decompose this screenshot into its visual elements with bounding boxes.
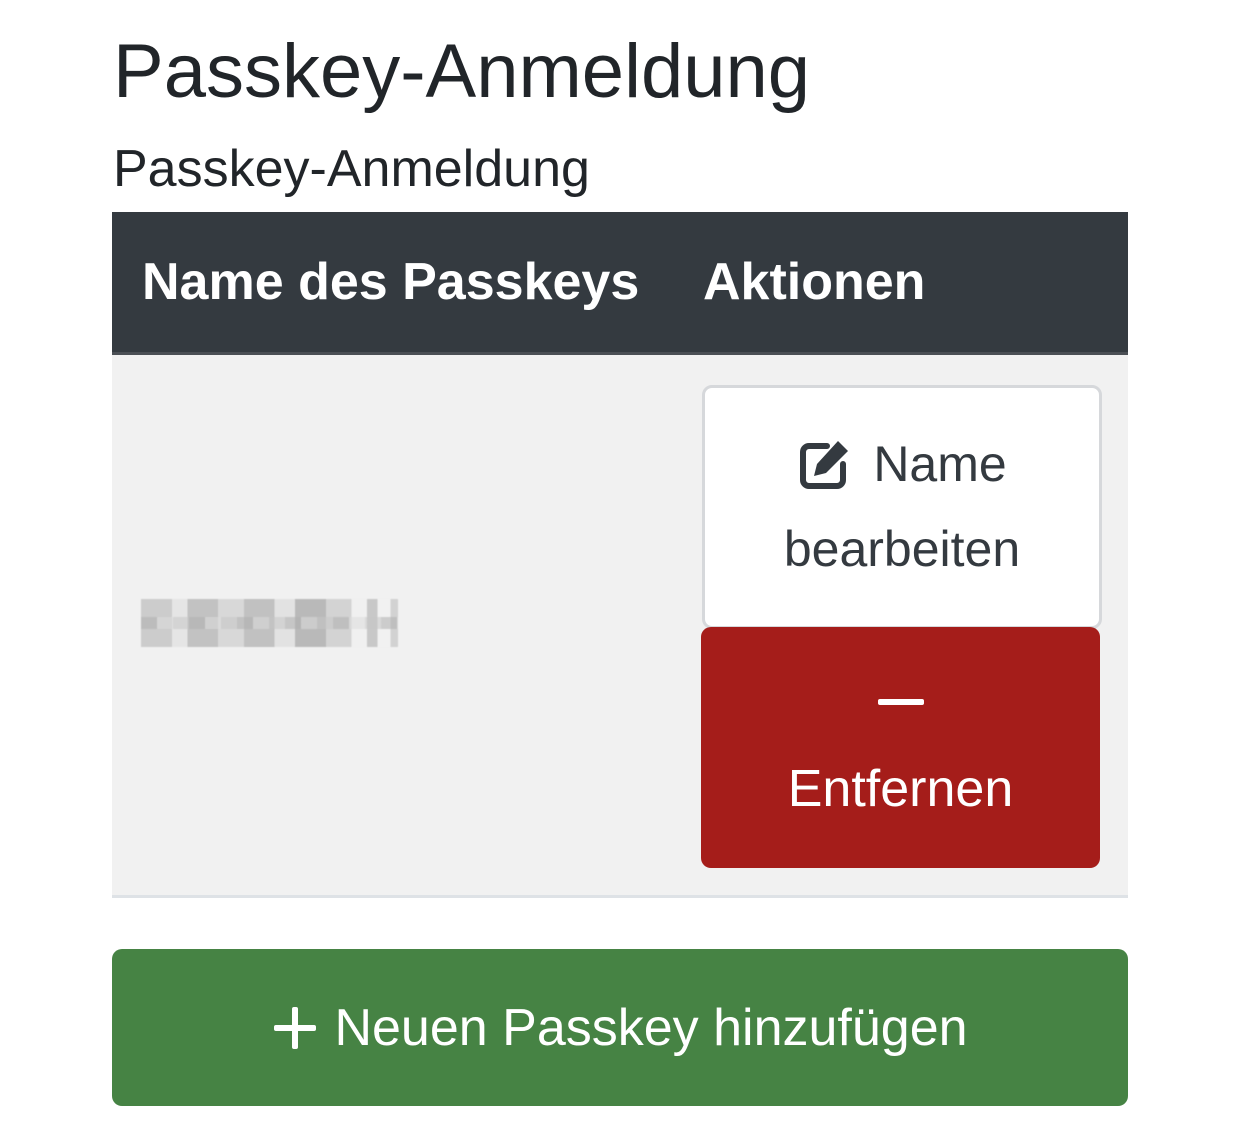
table-row: Name bearbeiten Entfernen — [112, 355, 1128, 898]
add-passkey-button[interactable]: Neuen Passkey hinzufügen — [112, 949, 1128, 1106]
column-header-name: Name des Passkeys — [142, 253, 640, 311]
rename-button-line1: Name — [705, 434, 1099, 494]
rename-passkey-button[interactable]: Name bearbeiten — [702, 385, 1102, 629]
passkey-name-redacted — [141, 599, 398, 647]
passkey-table: Name des Passkeys Aktionen Name bearbeit… — [112, 212, 1128, 898]
plus-icon — [274, 1006, 317, 1049]
remove-button-label: Entfernen — [787, 760, 1014, 818]
edit-icon — [800, 441, 849, 489]
add-button-label: Neuen Passkey hinzufügen — [334, 998, 968, 1057]
table-header: Name des Passkeys Aktionen — [112, 212, 1128, 355]
remove-passkey-button[interactable]: Entfernen — [701, 627, 1100, 868]
page-title: Passkey-Anmeldung — [113, 29, 811, 114]
rename-button-label-2: bearbeiten — [783, 521, 1021, 577]
column-header-actions: Aktionen — [703, 253, 926, 311]
section-title: Passkey-Anmeldung — [113, 140, 590, 198]
rename-button-label-1: Name — [873, 436, 1007, 492]
minus-icon — [878, 699, 924, 705]
